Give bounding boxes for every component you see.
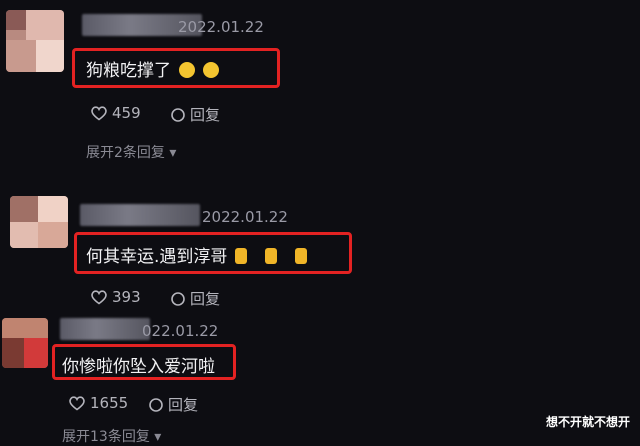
comment-text: 何其幸运.遇到淳哥	[86, 242, 308, 267]
heart-icon	[91, 290, 107, 305]
expand-replies-link[interactable]: 展开2条回复 ▾	[86, 142, 176, 162]
reply-button[interactable]: 回复	[170, 104, 220, 125]
fingers-crossed-heart-icon	[235, 248, 248, 264]
like-count: 459	[112, 104, 141, 122]
watermark: 想不开就不想开	[545, 415, 630, 429]
like-button[interactable]: 393	[90, 288, 141, 306]
reply-label: 回复	[168, 396, 199, 414]
reply-button[interactable]: 回复	[148, 394, 198, 415]
chevron-down-icon: ▾	[154, 429, 162, 445]
like-count: 393	[112, 288, 141, 306]
laughing-crying-face-icon	[179, 62, 195, 78]
comment-text-label: 狗粮吃撑了	[86, 61, 171, 81]
comment-text-label: 何其幸运.遇到淳哥	[86, 247, 228, 267]
comment-date: 022.01.22	[142, 322, 219, 340]
like-count: 1655	[90, 394, 129, 412]
reply-button[interactable]: 回复	[170, 288, 220, 309]
chevron-down-icon: ▾	[169, 145, 177, 161]
heart-icon	[69, 396, 85, 411]
like-button[interactable]: 1655	[68, 394, 128, 412]
comment-text: 狗粮吃撑了	[86, 56, 219, 81]
reply-bubble-icon	[171, 291, 185, 306]
avatar[interactable]	[6, 10, 64, 72]
reply-label: 回复	[190, 106, 221, 124]
username[interactable]	[60, 318, 150, 340]
reply-label: 回复	[190, 290, 221, 308]
comment-date: 2022.01.22	[178, 18, 264, 36]
avatar[interactable]	[2, 318, 48, 368]
expand-replies-label: 展开13条回复	[62, 429, 150, 445]
like-button[interactable]: 459	[90, 104, 141, 122]
reply-bubble-icon	[171, 107, 185, 122]
comment-text-label: 你惨啦你坠入爱河啦	[62, 357, 215, 377]
expand-replies-link[interactable]: 展开13条回复 ▾	[62, 426, 161, 446]
comment-date: 2022.01.22	[202, 208, 288, 226]
username[interactable]	[80, 204, 200, 226]
fingers-crossed-heart-icon	[295, 248, 308, 264]
heart-icon	[91, 106, 107, 121]
expand-replies-label: 展开2条回复	[86, 145, 165, 161]
fingers-crossed-heart-icon	[265, 248, 278, 264]
comment-text: 你惨啦你坠入爱河啦	[62, 352, 215, 377]
reply-bubble-icon	[149, 397, 163, 412]
laughing-crying-face-icon	[203, 62, 219, 78]
avatar[interactable]	[10, 196, 68, 248]
